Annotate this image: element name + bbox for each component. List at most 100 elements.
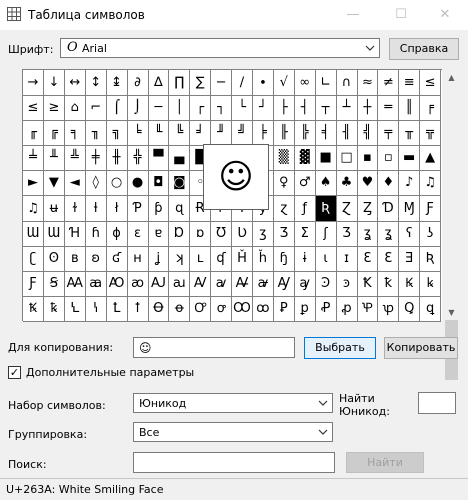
char-cell[interactable]: ɋ <box>169 195 191 222</box>
char-cell[interactable]: ꝑ <box>294 295 316 322</box>
char-cell[interactable]: → <box>23 70 44 96</box>
char-cell[interactable]: ┌ <box>190 95 212 122</box>
char-cell[interactable]: ꜿ <box>336 270 358 297</box>
char-cell[interactable]: Ɦ <box>64 220 86 247</box>
char-cell[interactable]: Ꝗ <box>399 295 421 322</box>
advanced-label[interactable]: Дополнительные параметры <box>26 366 194 379</box>
char-cell[interactable]: ╨ <box>43 145 65 172</box>
char-cell[interactable]: Ɒ <box>169 220 191 247</box>
char-cell[interactable]: ∕ <box>232 70 253 96</box>
char-cell[interactable]: Ʀ <box>420 245 442 272</box>
char-cell[interactable]: Ꝕ <box>357 295 379 322</box>
char-cell[interactable]: ┼ <box>357 95 379 122</box>
char-cell[interactable]: ▫ <box>378 145 400 172</box>
char-cell[interactable]: │ <box>169 95 191 122</box>
charset-select[interactable]: Юникод <box>133 393 333 413</box>
char-cell[interactable]: ┴ <box>336 95 358 122</box>
char-cell[interactable]: ȟ <box>252 245 274 272</box>
char-cell[interactable]: Ʒ <box>273 220 295 247</box>
char-cell[interactable]: ʜ <box>127 245 149 272</box>
close-button[interactable]: ✕ <box>422 0 468 30</box>
char-cell[interactable]: ꜹ <box>211 270 233 297</box>
char-cell[interactable]: ║ <box>399 95 421 122</box>
char-cell[interactable]: ɪ <box>336 245 358 272</box>
char-cell[interactable]: ʒ <box>252 220 274 247</box>
char-cell[interactable]: Ɗ <box>378 195 400 222</box>
char-cell[interactable]: Ǝ <box>399 245 421 272</box>
char-cell[interactable]: ╣ <box>357 120 379 147</box>
char-cell[interactable]: ʖ <box>420 220 442 247</box>
char-cell[interactable]: Ꝇ <box>64 295 86 322</box>
char-cell[interactable]: Ʒ <box>336 220 358 247</box>
char-cell[interactable]: Ꜹ <box>190 270 212 297</box>
char-cell[interactable]: ⌠ <box>106 95 128 122</box>
char-cell[interactable]: ꝓ <box>336 295 358 322</box>
char-cell[interactable]: ╗ <box>106 120 128 147</box>
char-cell[interactable]: ɀ <box>273 195 295 222</box>
char-cell[interactable]: ╞ <box>252 120 274 147</box>
char-cell[interactable]: Ȥ <box>357 195 379 222</box>
char-cell[interactable]: ╢ <box>336 120 358 147</box>
char-cell[interactable]: ↨ <box>106 70 128 96</box>
char-cell[interactable]: ∑ <box>190 70 212 96</box>
char-cell[interactable]: ╧ <box>23 145 44 172</box>
char-cell[interactable]: ʕ <box>399 220 421 247</box>
char-cell[interactable]: ∩ <box>336 70 358 96</box>
char-cell[interactable]: ╟ <box>273 120 295 147</box>
char-cell[interactable]: ◊ <box>85 170 107 197</box>
char-cell[interactable]: ♠ <box>315 170 337 197</box>
char-cell[interactable]: ╓ <box>23 120 44 147</box>
char-cell[interactable]: ꝃ <box>420 270 442 297</box>
char-cell[interactable]: ʓ <box>357 220 379 247</box>
char-cell[interactable]: Ʃ <box>294 220 316 247</box>
char-cell[interactable]: ◄ <box>64 170 86 197</box>
char-cell[interactable]: Ꜽ <box>273 270 295 297</box>
char-cell[interactable]: ♀ <box>273 170 295 197</box>
char-cell[interactable]: ɒ <box>190 220 212 247</box>
char-cell[interactable]: ╠ <box>294 120 316 147</box>
char-cell[interactable]: ɨ <box>294 245 316 272</box>
char-cell[interactable]: ╙ <box>148 120 170 147</box>
char-cell[interactable]: ┘ <box>252 95 274 122</box>
char-cell[interactable]: ꝕ <box>378 295 400 322</box>
char-cell[interactable]: □ <box>336 145 358 172</box>
char-cell[interactable]: ┤ <box>294 95 316 122</box>
char-cell[interactable]: ♫ <box>23 195 44 222</box>
char-cell[interactable]: ↕ <box>85 70 107 96</box>
char-cell[interactable]: ▼ <box>43 170 65 197</box>
char-cell[interactable]: ↔ <box>64 70 86 96</box>
char-cell[interactable]: ● <box>127 170 149 197</box>
char-cell[interactable]: ꝉ <box>127 295 149 322</box>
char-cell[interactable]: ╬ <box>127 145 149 172</box>
char-cell[interactable]: ▲ <box>420 145 442 172</box>
char-cell[interactable]: ɸ <box>106 220 128 247</box>
char-cell[interactable]: ɛ <box>127 220 149 247</box>
char-cell[interactable]: ∙ <box>252 70 274 96</box>
char-cell[interactable]: Ꝍ <box>190 295 212 322</box>
char-cell[interactable]: ╡ <box>315 120 337 147</box>
char-cell[interactable]: ꝏ <box>252 295 274 322</box>
char-cell[interactable]: Ꝃ <box>399 270 421 297</box>
char-cell[interactable]: ► <box>23 170 44 197</box>
char-cell[interactable]: ♫ <box>420 170 442 197</box>
search-input[interactable] <box>133 452 335 473</box>
char-cell[interactable]: ʝ <box>148 245 170 272</box>
char-cell[interactable]: ⌐ <box>85 95 107 122</box>
char-cell[interactable]: Ȟ <box>232 245 253 272</box>
grouping-select[interactable]: Все <box>133 422 333 442</box>
char-cell[interactable]: ɫ <box>64 195 86 222</box>
char-cell[interactable]: ∟ <box>315 70 337 96</box>
find-unicode-input[interactable] <box>418 392 456 414</box>
char-cell[interactable]: ▀ <box>148 145 170 172</box>
char-cell[interactable]: Ʊ <box>211 220 233 247</box>
char-cell[interactable]: ʃ <box>315 220 337 247</box>
char-cell[interactable]: ɦ <box>85 220 107 247</box>
char-cell[interactable]: Ꝋ <box>148 295 170 322</box>
char-cell[interactable]: ʟ <box>190 245 212 272</box>
char-cell[interactable]: ʓ <box>378 220 400 247</box>
char-cell[interactable]: ꝅ <box>43 295 65 322</box>
char-cell[interactable]: ∏ <box>169 70 191 96</box>
char-cell[interactable]: ≡ <box>399 70 421 96</box>
char-cell[interactable]: ┬ <box>315 95 337 122</box>
char-cell[interactable]: ∂ <box>127 70 149 96</box>
